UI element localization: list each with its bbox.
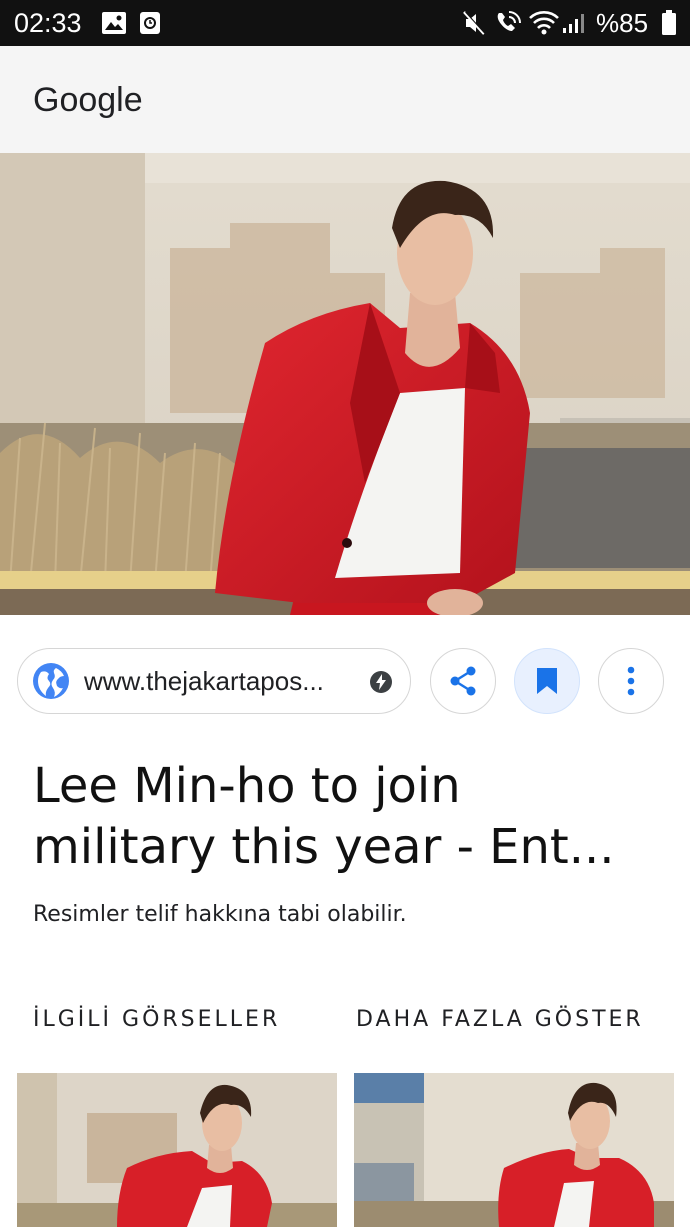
status-bar: 02:33 %85 [0, 0, 690, 46]
status-time: 02:33 [14, 8, 82, 38]
related-photo-illustration [354, 1073, 674, 1227]
bookmark-icon [537, 668, 557, 694]
battery-percent: %85 [596, 8, 649, 38]
wifi-calling-icon [494, 9, 522, 42]
more-options-button[interactable] [598, 648, 664, 714]
related-image-1[interactable] [17, 1073, 337, 1227]
wifi-icon [528, 10, 560, 41]
result-title-line-1: Lee Min-ho to join [33, 758, 461, 814]
save-button[interactable] [514, 648, 580, 714]
globe-icon [32, 662, 70, 705]
share-icon [450, 666, 476, 696]
source-url: www.thejakartapos... [84, 666, 324, 696]
share-button[interactable] [430, 648, 496, 714]
amp-bolt-icon [370, 671, 392, 698]
result-title[interactable]: Lee Min-ho to join military this year - … [33, 756, 653, 878]
result-title-line-2: military this year - Ent... [33, 819, 615, 875]
related-image-2[interactable] [354, 1073, 674, 1227]
hero-image[interactable] [0, 153, 690, 615]
hero-photo-illustration [0, 153, 690, 615]
screen: 02:33 %85 Google www.thejakartapos... Le… [0, 0, 690, 1227]
copyright-note: Resimler telif hakkına tabi olabilir. [33, 902, 407, 927]
show-more-link[interactable]: DAHA FAZLA GÖSTER [356, 1005, 644, 1035]
signal-icon [562, 12, 586, 39]
gallery-icon [101, 11, 127, 40]
battery-icon [661, 10, 677, 41]
app-title: Google [33, 81, 143, 119]
more-vert-icon [627, 666, 635, 696]
source-link-chip[interactable]: www.thejakartapos... [17, 648, 411, 714]
related-photo-illustration [17, 1073, 337, 1227]
related-images-label: İLGİLİ GÖRSELLER [33, 1007, 281, 1032]
mute-icon [462, 10, 486, 41]
alarm-icon [139, 11, 161, 40]
